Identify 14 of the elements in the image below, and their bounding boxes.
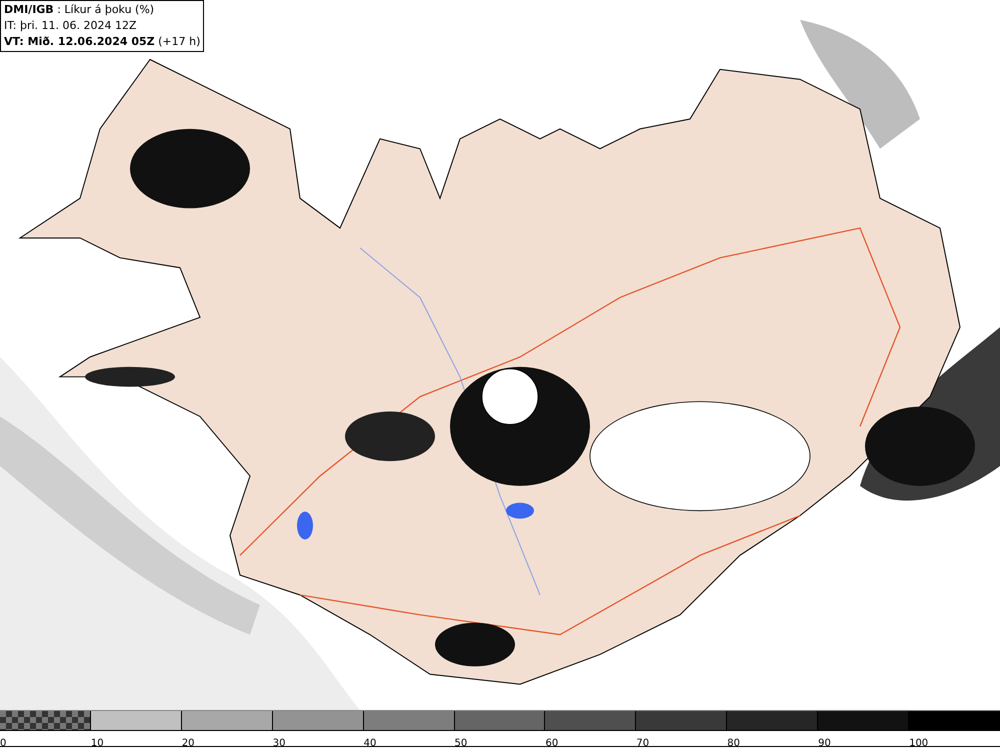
- legend-tick-label: 90: [818, 738, 831, 749]
- info-text: VT: Mið. 12.06.2024 05Z (+17 h): [4, 34, 200, 50]
- legend-tick-label: 70: [636, 738, 650, 749]
- info-text: DMI/IGB : Líkur á þoku (%): [4, 2, 156, 18]
- legend-tick-label: 80: [727, 738, 740, 749]
- legend-tick-label: 100: [909, 738, 928, 749]
- legend-tick-label: 60: [545, 738, 558, 749]
- legend-tick-label: 50: [454, 738, 468, 749]
- legend-tick-label: 20: [182, 738, 195, 749]
- legend-tick-label: 30: [272, 738, 286, 749]
- info-text: IT: þri. 11. 06. 2024 12Z: [4, 18, 138, 34]
- legend-tick-label: 0: [0, 738, 6, 749]
- legend-tick-label: 10: [90, 738, 104, 749]
- legend-tick-label: 40: [364, 738, 376, 749]
